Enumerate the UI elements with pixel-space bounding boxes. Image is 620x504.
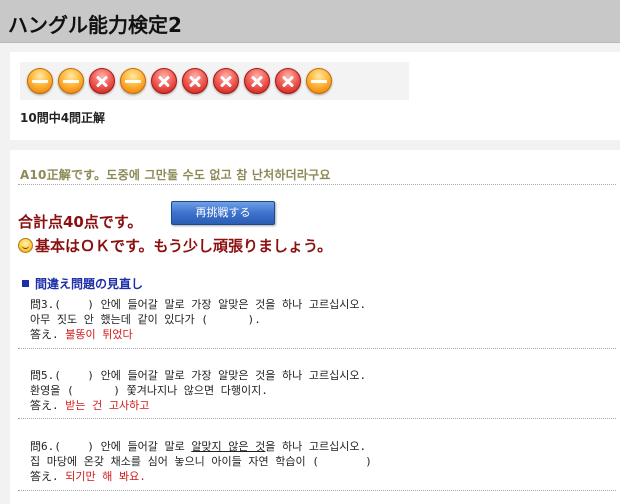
comment-text: 基本はＯＫです。もう少し頑張りましょう。 (35, 237, 333, 255)
incorrect-icon (182, 68, 208, 94)
question-line-start: 問6.( ) 안에 들어갈 말로 (30, 440, 192, 453)
review-item: 問3.( ) 안에 들어갈 말로 가장 알맞은 것을 하나 고르십시오. 아무 … (30, 297, 366, 342)
incorrect-icon (151, 68, 177, 94)
answer-value: 되기만 해 봐요. (65, 470, 146, 483)
answer-result: A10正解です。도중에 그만둘 수도 없고 참 난처하더라구요 (20, 168, 331, 182)
correct-icon (306, 68, 332, 94)
review-heading-text: 間違え問題の見直し (35, 277, 144, 291)
total-score: 合計点40点です。 (18, 213, 143, 231)
question-line: 問5.( ) 안에 들어갈 말로 가장 알맞은 것을 하나 고르십시오. (30, 369, 367, 382)
review-item: 問5.( ) 안에 들어갈 말로 가장 알맞은 것을 하나 고르십시오. 환영을… (30, 368, 366, 413)
answer-value: 받는 건 고사하고 (65, 399, 150, 412)
page-title: ハングル能力検定2 (8, 13, 182, 37)
answer-line: 答え. 되기만 해 봐요. (30, 469, 372, 484)
correct-icon (58, 68, 84, 94)
review-item: 問6.( ) 안에 들어갈 말로 알맞지 않은 것을 하나 고르십시오. 집 마… (30, 439, 372, 484)
page-header: ハングル能力検定2 (0, 0, 620, 43)
incorrect-icon (244, 68, 270, 94)
retry-button[interactable]: 再挑戦する (171, 201, 275, 225)
comment: 基本はＯＫです。もう少し頑張りましょう。 (18, 235, 332, 256)
review-heading: 間違え問題の見直し (22, 275, 143, 292)
answer-value: 불똥이 튀었다 (65, 328, 133, 341)
feedback-panel: A10正解です。도중에 그만둘 수도 없고 참 난처하더라구요 再挑戦する 合計… (10, 150, 620, 504)
answer-label: 答え. (30, 399, 66, 412)
square-bullet-icon (22, 280, 29, 287)
divider (18, 184, 616, 185)
question-line: 問6.( ) 안에 들어갈 말로 알맞지 않은 것을 하나 고르십시오. (30, 439, 372, 454)
question-line: 問3.( ) 안에 들어갈 말로 가장 알맞은 것을 하나 고르십시오. (30, 298, 367, 311)
score-count: 10問中4問正解 (20, 111, 106, 125)
answer-line: 答え. 불똥이 튀었다 (30, 327, 366, 342)
incorrect-icon (275, 68, 301, 94)
question-sentence: 집 마당에 온갖 채소를 심어 놓으니 아이들 자연 학습이 ( ) (30, 455, 372, 468)
answer-label: 答え. (30, 470, 66, 483)
divider (18, 490, 616, 491)
answer-line: 答え. 받는 건 고사하고 (30, 398, 366, 413)
question-line-underlined: 알맞지 않은 것 (191, 440, 266, 453)
smile-icon (18, 238, 33, 253)
divider (18, 348, 616, 349)
question-line-end: 을 하나 고르십시오. (265, 440, 367, 453)
divider (18, 418, 616, 419)
correct-icon (120, 68, 146, 94)
question-sentence: 환영을 ( ) 쫓겨나지나 않으면 다행이지. (30, 384, 268, 397)
incorrect-icon (213, 68, 239, 94)
incorrect-icon (89, 68, 115, 94)
answer-label: 答え. (30, 328, 66, 341)
correct-icon (27, 68, 53, 94)
result-icons (20, 62, 409, 100)
question-sentence: 아무 짓도 안 했는데 같이 있다가 ( ). (30, 313, 261, 326)
score-panel: 10問中4問正解 (10, 52, 620, 140)
